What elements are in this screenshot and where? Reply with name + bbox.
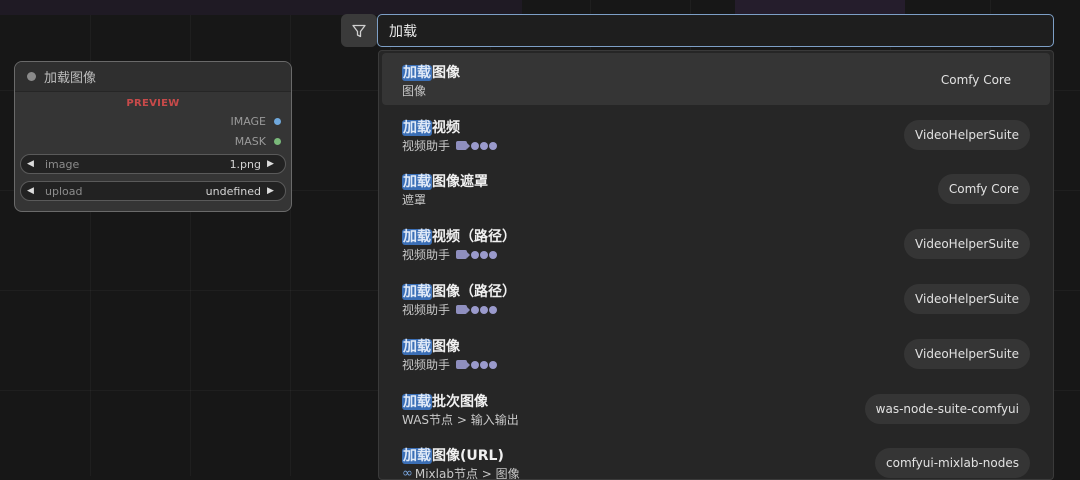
result-category-text: 视频助手 — [402, 139, 451, 153]
result-title-rest: 图像（路径） — [432, 284, 516, 300]
search-query: 加载 — [389, 23, 417, 40]
result-category-text: 视频助手 — [402, 303, 451, 317]
result-title-rest: 图像(URL) — [432, 448, 504, 464]
result-title-rest: 视频（路径） — [432, 229, 516, 245]
result-title-rest: 图像 — [432, 339, 460, 355]
result-title: 加载视频（路径） — [402, 226, 516, 246]
search-results-list: 加载图像 图像 Comfy Core 加载视频 视频助手 VideoHelper… — [378, 50, 1054, 480]
node-preview-label: PREVIEW — [126, 98, 180, 109]
result-source-badge: VideoHelperSuite — [904, 339, 1030, 369]
output-slot-mask[interactable] — [274, 137, 281, 145]
result-title-highlight: 加载 — [402, 120, 432, 136]
result-item[interactable]: 加载视频 视频助手 VideoHelperSuite — [382, 108, 1050, 160]
node-output-mask: MASK — [15, 131, 291, 151]
result-source-badge: VideoHelperSuite — [904, 284, 1030, 314]
result-item[interactable]: 加载图像(URL) ∞ Mixlab节点 > 图像 comfyui-mixlab-… — [382, 436, 1050, 480]
result-item[interactable]: 加载图像 视频助手 VideoHelperSuite — [382, 327, 1050, 379]
result-title: 加载视频 — [402, 117, 460, 137]
result-item[interactable]: 加载图像（路径） 视频助手 VideoHelperSuite — [382, 272, 1050, 324]
result-title-rest: 批次图像 — [432, 394, 488, 410]
result-title: 加载图像(URL) — [402, 445, 504, 465]
result-title-highlight: 加载 — [402, 394, 432, 410]
upload-next-arrow-icon[interactable]: ▶ — [267, 186, 279, 196]
result-item[interactable]: 加载图像 图像 Comfy Core — [382, 53, 1050, 105]
result-title-highlight: 加载 — [402, 284, 432, 300]
vhs-icon — [456, 141, 498, 150]
infinity-icon: ∞ — [402, 466, 413, 480]
output-label-mask: MASK — [234, 134, 266, 148]
result-title-highlight: 加载 — [402, 65, 432, 81]
result-category-text: WAS节点 > 输入输出 — [402, 413, 519, 427]
node-output-image: IMAGE — [15, 111, 291, 131]
result-title-highlight: 加载 — [402, 448, 432, 464]
output-label-image: IMAGE — [230, 114, 266, 128]
result-item[interactable]: 加载视频（路径） 视频助手 VideoHelperSuite — [382, 217, 1050, 269]
result-source-badge: VideoHelperSuite — [904, 229, 1030, 259]
upload-prev-arrow-icon[interactable]: ◀ — [27, 186, 39, 196]
result-category: WAS节点 > 输入输出 — [402, 411, 519, 428]
vhs-icon — [456, 305, 498, 314]
result-item[interactable]: 加载批次图像 WAS节点 > 输入输出 was-node-suite-comfy… — [382, 382, 1050, 434]
canvas-top-strip — [0, 0, 522, 15]
result-category-text: 图像 — [402, 84, 427, 98]
result-title-rest: 图像遮罩 — [432, 174, 488, 190]
result-item[interactable]: 加载图像遮罩 遮罩 Comfy Core — [382, 162, 1050, 214]
image-widget[interactable]: ◀ image 1.png ▶ — [20, 154, 286, 174]
result-category-text: 视频助手 — [402, 248, 451, 262]
result-category-text: 遮罩 — [402, 193, 427, 207]
result-title-highlight: 加载 — [402, 229, 432, 245]
image-widget-value: 1.png — [229, 157, 261, 171]
result-category: 视频助手 — [402, 301, 498, 318]
image-prev-arrow-icon[interactable]: ◀ — [27, 159, 39, 169]
result-title: 加载图像遮罩 — [402, 171, 488, 191]
search-input[interactable]: 加载 — [377, 14, 1054, 47]
canvas-top-strip-right — [735, 0, 905, 15]
node-collapse-dot[interactable] — [27, 72, 36, 81]
result-category: 视频助手 — [402, 137, 498, 154]
result-source-badge: VideoHelperSuite — [904, 120, 1030, 150]
result-source-badge: comfyui-mixlab-nodes — [875, 448, 1030, 478]
result-category: 遮罩 — [402, 191, 426, 208]
result-source-badge: was-node-suite-comfyui — [864, 394, 1030, 424]
result-title-rest: 图像 — [432, 65, 460, 81]
result-category-text: Mixlab节点 > 图像 — [414, 467, 520, 480]
result-source-badge: Comfy Core — [937, 174, 1030, 204]
upload-widget[interactable]: ◀ upload undefined ▶ — [20, 181, 286, 201]
vhs-icon — [456, 250, 498, 259]
load-image-node[interactable]: 加载图像 PREVIEW IMAGE MASK ◀ image 1.png ▶ … — [14, 61, 292, 212]
upload-widget-label: upload — [45, 184, 83, 198]
result-title-highlight: 加载 — [402, 339, 432, 355]
result-title: 加载图像 — [402, 336, 460, 356]
result-source-badge: Comfy Core — [940, 73, 1011, 87]
result-title-rest: 视频 — [432, 120, 460, 136]
result-title: 加载批次图像 — [402, 391, 488, 411]
result-title: 加载图像 — [402, 62, 460, 82]
node-header[interactable]: 加载图像 — [15, 62, 291, 92]
result-category-text: 视频助手 — [402, 358, 451, 372]
image-next-arrow-icon[interactable]: ▶ — [267, 159, 279, 169]
vhs-icon — [456, 360, 498, 369]
output-slot-image[interactable] — [274, 117, 281, 125]
result-category: ∞ Mixlab节点 > 图像 — [402, 465, 520, 480]
filter-icon — [352, 24, 366, 37]
result-title-highlight: 加载 — [402, 174, 432, 190]
result-category: 图像 — [402, 82, 426, 99]
node-title: 加载图像 — [44, 71, 97, 86]
result-category: 视频助手 — [402, 246, 498, 263]
filter-button[interactable] — [341, 14, 377, 47]
result-title: 加载图像（路径） — [402, 281, 516, 301]
result-category: 视频助手 — [402, 356, 498, 373]
upload-widget-value: undefined — [205, 184, 261, 198]
image-widget-label: image — [45, 157, 80, 171]
